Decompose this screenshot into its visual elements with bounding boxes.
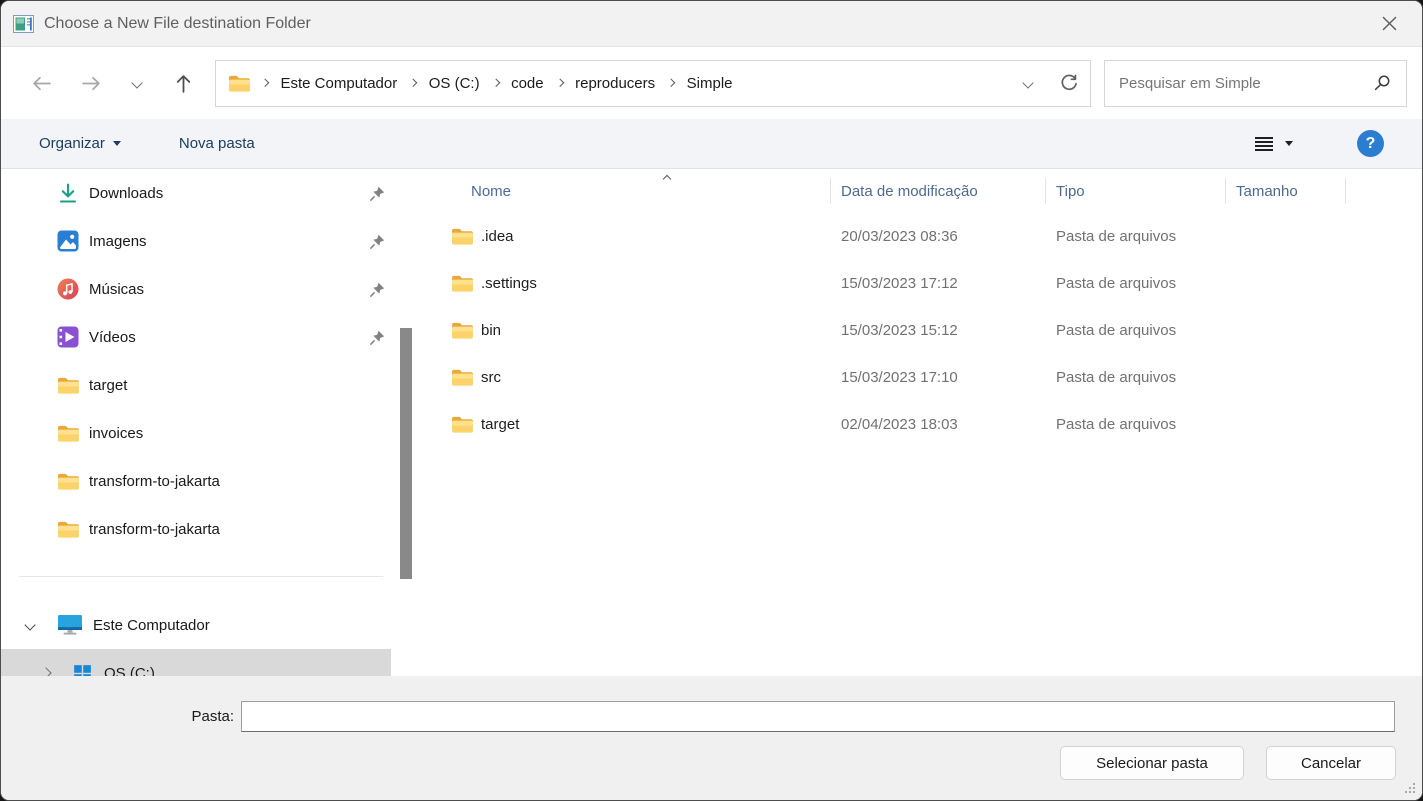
close-button[interactable] bbox=[1368, 7, 1410, 41]
folder-icon bbox=[451, 368, 474, 387]
breadcrumb-item[interactable]: Este Computador bbox=[275, 69, 404, 98]
chevron-right-icon bbox=[261, 79, 269, 87]
chevron-down-icon bbox=[131, 77, 142, 88]
sidebar-item-invoices[interactable]: invoices bbox=[1, 409, 416, 457]
search-box bbox=[1104, 60, 1407, 107]
downloads-icon bbox=[56, 181, 80, 205]
breadcrumb-item[interactable]: OS (C:) bbox=[423, 69, 486, 98]
folder-icon bbox=[451, 227, 474, 246]
file-row-bin[interactable]: bin15/03/2023 15:12Pasta de arquivos bbox=[448, 307, 1422, 354]
caret-down-icon bbox=[1285, 141, 1293, 146]
file-dialog-window: Choose a New File destination Folder bbox=[0, 0, 1423, 801]
chevron-right-icon bbox=[39, 669, 53, 676]
forward-arrow-icon bbox=[81, 74, 102, 93]
folder-name-label: Pasta: bbox=[151, 708, 234, 725]
column-header-tamanho[interactable]: Tamanho bbox=[1226, 169, 1346, 213]
pin-icon[interactable] bbox=[369, 281, 386, 298]
list-view-icon bbox=[1255, 137, 1273, 151]
column-header-row: NomeData de modificaçãoTipoTamanho bbox=[448, 169, 1422, 213]
sidebar-item-os-c[interactable]: OS (C:) bbox=[1, 649, 391, 676]
select-folder-button[interactable]: Selecionar pasta bbox=[1060, 746, 1244, 780]
folder-icon bbox=[451, 274, 474, 293]
sidebar-item-este-computador[interactable]: Este Computador bbox=[1, 601, 416, 649]
search-icon bbox=[1373, 74, 1391, 92]
videos-icon bbox=[56, 325, 80, 349]
pictures-icon bbox=[56, 229, 80, 253]
chevron-right-icon bbox=[491, 79, 499, 87]
pin-icon[interactable] bbox=[369, 329, 386, 346]
sidebar-item-imagens[interactable]: Imagens bbox=[1, 217, 416, 265]
sidebar-divider bbox=[19, 576, 383, 577]
file-row-target[interactable]: target02/04/2023 18:03Pasta de arquivos bbox=[448, 401, 1422, 448]
column-header-nome[interactable]: Nome bbox=[448, 169, 831, 213]
computer-icon bbox=[57, 613, 83, 637]
back-arrow-icon bbox=[31, 74, 52, 93]
change-view-button[interactable] bbox=[1249, 131, 1299, 157]
sidebar-item-target[interactable]: target bbox=[1, 361, 416, 409]
navigation-pane: DownloadsImagensMúsicasVídeostargetinvoi… bbox=[1, 169, 416, 676]
new-folder-button[interactable]: Nova pasta bbox=[171, 131, 263, 156]
dialog-footer bbox=[1, 676, 1422, 801]
refresh-button[interactable] bbox=[1048, 63, 1088, 103]
chevron-right-icon bbox=[409, 79, 417, 87]
column-header-data-de-modifica-o[interactable]: Data de modificação bbox=[831, 169, 1046, 213]
chevron-down-icon bbox=[1022, 77, 1033, 88]
pin-icon[interactable] bbox=[369, 185, 386, 202]
app-icon bbox=[13, 14, 34, 34]
file-row-.idea[interactable]: .idea20/03/2023 08:36Pasta de arquivos bbox=[448, 213, 1422, 260]
sidebar-item-downloads[interactable]: Downloads bbox=[1, 169, 416, 217]
quick-access-list: DownloadsImagensMúsicasVídeostargetinvoi… bbox=[1, 169, 416, 553]
window-title: Choose a New File destination Folder bbox=[44, 15, 311, 33]
caret-down-icon bbox=[113, 141, 121, 146]
folder-icon bbox=[451, 415, 474, 434]
chevron-down-icon bbox=[23, 621, 37, 629]
organize-button[interactable]: Organizar bbox=[31, 131, 129, 156]
music-icon bbox=[56, 277, 80, 301]
folder-icon bbox=[451, 321, 474, 340]
breadcrumb-item[interactable]: Simple bbox=[681, 69, 739, 98]
folder-icon bbox=[56, 373, 80, 397]
recent-locations-button[interactable] bbox=[123, 65, 151, 101]
folder-icon bbox=[56, 469, 80, 493]
breadcrumb: Este Computador OS (C:) code reproducers Sim… bbox=[255, 69, 739, 98]
sidebar-scrollbar-thumb[interactable] bbox=[400, 328, 412, 579]
address-dropdown-button[interactable] bbox=[1008, 63, 1048, 103]
folder-name-input[interactable] bbox=[241, 701, 1395, 732]
back-button[interactable] bbox=[23, 65, 59, 101]
sidebar-item-m-sicas[interactable]: Músicas bbox=[1, 265, 416, 313]
breadcrumb-item[interactable]: reproducers bbox=[569, 69, 661, 98]
file-row-.settings[interactable]: .settings15/03/2023 17:12Pasta de arquiv… bbox=[448, 260, 1422, 307]
pin-icon[interactable] bbox=[369, 233, 386, 250]
up-button[interactable] bbox=[165, 65, 201, 101]
file-row-src[interactable]: src15/03/2023 17:10Pasta de arquivos bbox=[448, 354, 1422, 401]
chevron-right-icon bbox=[667, 79, 675, 87]
help-button[interactable]: ? bbox=[1357, 130, 1384, 157]
folder-icon bbox=[56, 517, 80, 541]
file-rows: .idea20/03/2023 08:36Pasta de arquivos.s… bbox=[416, 213, 1422, 448]
refresh-icon bbox=[1058, 73, 1079, 94]
sidebar-item-v-deos[interactable]: Vídeos bbox=[1, 313, 416, 361]
close-icon bbox=[1382, 16, 1397, 31]
drive-icon bbox=[71, 662, 94, 677]
cancel-button[interactable]: Cancelar bbox=[1266, 746, 1396, 780]
chevron-right-icon bbox=[555, 79, 563, 87]
up-arrow-icon bbox=[174, 73, 193, 94]
sidebar-item-transform-to-jakarta[interactable]: transform-to-jakarta bbox=[1, 505, 416, 553]
resize-grip[interactable] bbox=[1402, 780, 1417, 795]
folder-icon bbox=[56, 421, 80, 445]
address-bar[interactable]: Este Computador OS (C:) code reproducers Sim… bbox=[215, 60, 1091, 107]
column-header-tipo[interactable]: Tipo bbox=[1046, 169, 1226, 213]
command-toolbar: Organizar Nova pasta ? bbox=[1, 119, 1422, 169]
breadcrumb-item[interactable]: code bbox=[505, 69, 550, 98]
search-input[interactable] bbox=[1105, 75, 1373, 92]
dialog-content: DownloadsImagensMúsicasVídeostargetinvoi… bbox=[1, 169, 1422, 676]
navigation-bar: Este Computador OS (C:) code reproducers Sim… bbox=[1, 47, 1422, 119]
forward-button[interactable] bbox=[73, 65, 109, 101]
folder-icon bbox=[228, 74, 251, 93]
file-list-pane: NomeData de modificaçãoTipoTamanho .idea… bbox=[416, 169, 1422, 676]
sidebar-item-transform-to-jakarta[interactable]: transform-to-jakarta bbox=[1, 457, 416, 505]
title-bar: Choose a New File destination Folder bbox=[1, 1, 1422, 47]
